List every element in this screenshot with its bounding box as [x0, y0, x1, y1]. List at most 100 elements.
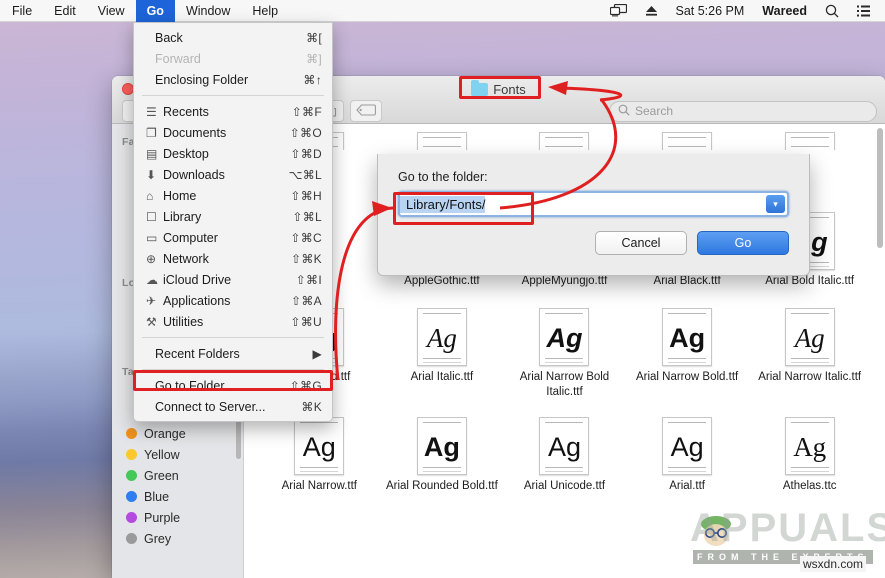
font-preview-glyph: Ag: [303, 434, 336, 461]
menu-item-label: Go to Folder...: [155, 379, 290, 393]
sidebar-tag-yellow[interactable]: Yellow: [112, 444, 243, 465]
file-item[interactable]: Ag Arial Italic.ttf: [381, 304, 504, 399]
menu-window[interactable]: Window: [175, 0, 241, 22]
cancel-button[interactable]: Cancel: [595, 231, 687, 255]
file-name: Athelas.ttc: [783, 479, 837, 493]
folder-icon: [471, 83, 488, 96]
menu-item-label: Documents: [163, 126, 290, 140]
file-name: Arial Bold Italic.ttf: [765, 274, 854, 288]
folder-path-combobox[interactable]: Library/Fonts/ ▾: [398, 191, 789, 217]
file-item[interactable]: [748, 128, 871, 150]
control-center-icon[interactable]: [848, 0, 879, 22]
file-name: Arial Italic.ttf: [411, 370, 474, 384]
menu-item-label: Forward: [155, 52, 306, 66]
file-item[interactable]: Ag Arial Narrow Bold.ttf: [626, 304, 749, 399]
file-item[interactable]: [626, 128, 749, 150]
go-to-folder-dialog: Go to the folder: Library/Fonts/ ▾ Cance…: [377, 154, 810, 276]
spotlight-search-icon[interactable]: [816, 0, 848, 22]
font-file-icon: Ag: [539, 308, 589, 366]
icloud-cloud-icon: ☁: [146, 273, 163, 287]
tag-icon: [356, 104, 376, 119]
menu-item-documents[interactable]: ❐ Documents ⇧⌘O: [134, 122, 332, 143]
menu-view[interactable]: View: [87, 0, 136, 22]
menu-item-network[interactable]: ⊕ Network ⇧⌘K: [134, 248, 332, 269]
menu-item-enclosing-folder[interactable]: Enclosing Folder ⌘↑: [134, 69, 332, 90]
sidebar-tag-blue[interactable]: Blue: [112, 486, 243, 507]
screen-mirroring-icon[interactable]: [601, 0, 636, 22]
menu-item-shortcut: ⌘↑: [303, 73, 322, 87]
font-file-icon: [662, 132, 712, 150]
menu-item-downloads[interactable]: ⬇ Downloads ⌥⌘L: [134, 164, 332, 185]
menu-bar-clock[interactable]: Sat 5:26 PM: [667, 4, 754, 18]
sidebar-tag-orange[interactable]: Orange: [112, 423, 243, 444]
menu-go[interactable]: Go: [136, 0, 175, 22]
menu-item-label: Library: [163, 210, 292, 224]
search-icon: [618, 104, 630, 119]
font-file-icon: [539, 132, 589, 150]
chevron-down-icon[interactable]: ▾: [766, 195, 785, 213]
file-item[interactable]: Ag Arial Narrow.ttf: [258, 413, 381, 493]
menu-item-utilities[interactable]: ⚒ Utilities ⇧⌘U: [134, 311, 332, 332]
font-preview-glyph: Ag: [669, 325, 705, 352]
menu-item-go-to-folder[interactable]: Go to Folder... ⇧⌘G: [134, 375, 332, 396]
search-placeholder: Search: [635, 104, 673, 118]
sidebar-tag-grey[interactable]: Grey: [112, 528, 243, 549]
applications-icon: ✈: [146, 294, 163, 308]
menu-item-label: Enclosing Folder: [155, 73, 303, 87]
library-folder-icon: ☐: [146, 210, 163, 224]
file-item[interactable]: Ag Arial Rounded Bold.ttf: [381, 413, 504, 493]
menu-item-recents[interactable]: ☰ Recents ⇧⌘F: [134, 101, 332, 122]
submenu-arrow-icon: ▶: [312, 347, 322, 361]
sidebar-tag-label: Blue: [144, 490, 169, 504]
menu-item-label: iCloud Drive: [163, 273, 296, 287]
menu-bar-user[interactable]: Wareed: [753, 4, 816, 18]
font-preview-glyph: Ag: [546, 325, 582, 352]
menu-item-shortcut: ⇧⌘H: [290, 189, 322, 203]
file-item[interactable]: Ag Arial.ttf: [626, 413, 749, 493]
folder-path-input[interactable]: Library/Fonts/: [400, 196, 485, 213]
menu-item-library[interactable]: ☐ Library ⇧⌘L: [134, 206, 332, 227]
menu-file[interactable]: File: [0, 0, 43, 22]
menu-item-home[interactable]: ⌂ Home ⇧⌘H: [134, 185, 332, 206]
menu-item-connect-to-server[interactable]: Connect to Server... ⌘K: [134, 396, 332, 417]
file-item[interactable]: Ag Arial Unicode.ttf: [503, 413, 626, 493]
sidebar-tag-green[interactable]: Green: [112, 465, 243, 486]
search-field[interactable]: Search: [609, 101, 877, 122]
sidebar-tag-label: Grey: [144, 532, 171, 546]
menu-edit[interactable]: Edit: [43, 0, 87, 22]
menu-item-computer[interactable]: ▭ Computer ⇧⌘C: [134, 227, 332, 248]
menu-item-label: Connect to Server...: [155, 400, 301, 414]
recents-icon: ☰: [146, 105, 163, 119]
file-item[interactable]: Ag Athelas.ttc: [748, 413, 871, 493]
desktop-icon: ▤: [146, 147, 163, 161]
sidebar-tag-purple[interactable]: Purple: [112, 507, 243, 528]
go-menu-dropdown: Back ⌘[ Forward ⌘] Enclosing Folder ⌘↑ ☰…: [133, 22, 333, 422]
menu-item-icloud-drive[interactable]: ☁ iCloud Drive ⇧⌘I: [134, 269, 332, 290]
menu-item-back[interactable]: Back ⌘[: [134, 27, 332, 48]
font-file-icon: Ag: [294, 417, 344, 475]
file-name: AppleGothic.ttf: [404, 274, 479, 288]
file-item[interactable]: Ag Arial Narrow Bold Italic.ttf: [503, 304, 626, 399]
menu-item-label: Computer: [163, 231, 290, 245]
menu-item-shortcut: ⇧⌘U: [290, 315, 322, 329]
menu-item-desktop[interactable]: ▤ Desktop ⇧⌘D: [134, 143, 332, 164]
menu-item-applications[interactable]: ✈ Applications ⇧⌘A: [134, 290, 332, 311]
menu-item-label: Recent Folders: [155, 347, 312, 361]
go-button[interactable]: Go: [697, 231, 789, 255]
menu-help[interactable]: Help: [241, 0, 289, 22]
file-item[interactable]: [503, 128, 626, 150]
tag-button[interactable]: [350, 100, 382, 122]
menu-item-shortcut: ⇧⌘L: [292, 210, 322, 224]
content-scrollbar[interactable]: [877, 128, 883, 248]
font-file-icon: Ag: [785, 417, 835, 475]
desktop-background: File Edit View Go Window Help Sat 5:26 P…: [0, 0, 885, 578]
dialog-buttons: Cancel Go: [398, 231, 789, 255]
file-item[interactable]: [381, 128, 504, 150]
file-row-2: Ag Arial Bold.ttf Ag Arial Italic.ttf Ag: [244, 300, 885, 399]
menu-item-recent-folders[interactable]: Recent Folders ▶: [134, 343, 332, 364]
menu-item-shortcut: ⌘[: [306, 31, 322, 45]
menu-item-label: Applications: [163, 294, 291, 308]
eject-icon[interactable]: [636, 0, 667, 22]
file-item[interactable]: Ag Arial Narrow Italic.ttf: [748, 304, 871, 399]
sidebar-tag-label: Yellow: [144, 448, 180, 462]
